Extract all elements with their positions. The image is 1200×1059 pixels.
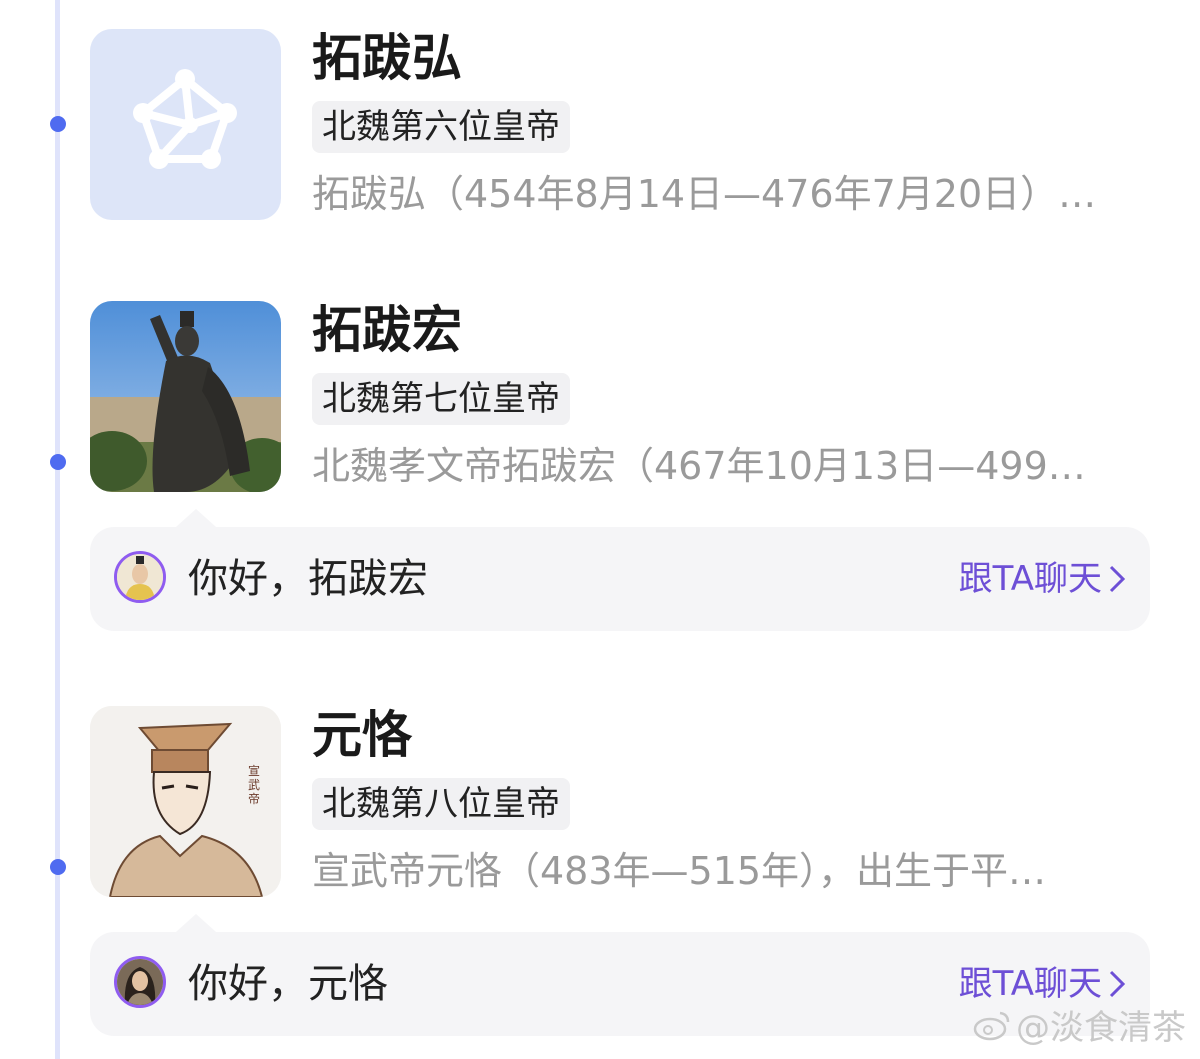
bubble-pointer [176,509,216,527]
statue-photo [90,301,281,492]
person-description: 拓跋弘（454年8月14日—476年7月20日）… [312,174,1097,216]
watermark: @淡食清茶 [972,1000,1186,1049]
graph-icon [133,69,237,169]
chevron-right-icon [1109,970,1126,998]
chat-greeting: 你好，拓跋宏 [188,556,428,602]
statue-image [90,301,281,492]
person-description: 北魏孝文帝拓跋宏（467年10月13日—499… [312,446,1086,488]
portrait-caption: 宣武帝 [248,764,261,806]
chat-link-label: 跟TA聊天 [958,559,1102,599]
person-description: 宣武帝元恪（483年—515年），出生于平… [312,851,1047,893]
placeholder-thumbnail [90,29,281,220]
weibo-icon [973,1011,1010,1040]
bubble-pointer [176,914,216,932]
title-tag: 北魏第六位皇帝 [312,101,570,153]
chat-card[interactable]: 你好，拓跋宏 跟TA聊天 [90,509,1150,631]
avatar [114,551,166,603]
avatar [114,956,166,1008]
chevron-right-icon [1109,565,1126,593]
title-tag: 北魏第八位皇帝 [312,778,570,830]
person-name: 拓跋弘 [312,29,462,87]
portrait-drawing: 宣武帝 [90,706,281,897]
chat-with-ta-link[interactable]: 跟TA聊天 [959,557,1126,601]
watermark-text: @淡食清茶 [1016,1008,1186,1048]
person-name: 元恪 [312,706,412,764]
timeline-dot [50,859,66,875]
timeline-dot [50,116,66,132]
person-name: 拓跋宏 [312,301,462,359]
chat-greeting: 你好，元恪 [188,961,388,1007]
title-tag: 北魏第七位皇帝 [312,373,570,425]
timeline-dot [50,454,66,470]
timeline-line [55,0,60,1059]
